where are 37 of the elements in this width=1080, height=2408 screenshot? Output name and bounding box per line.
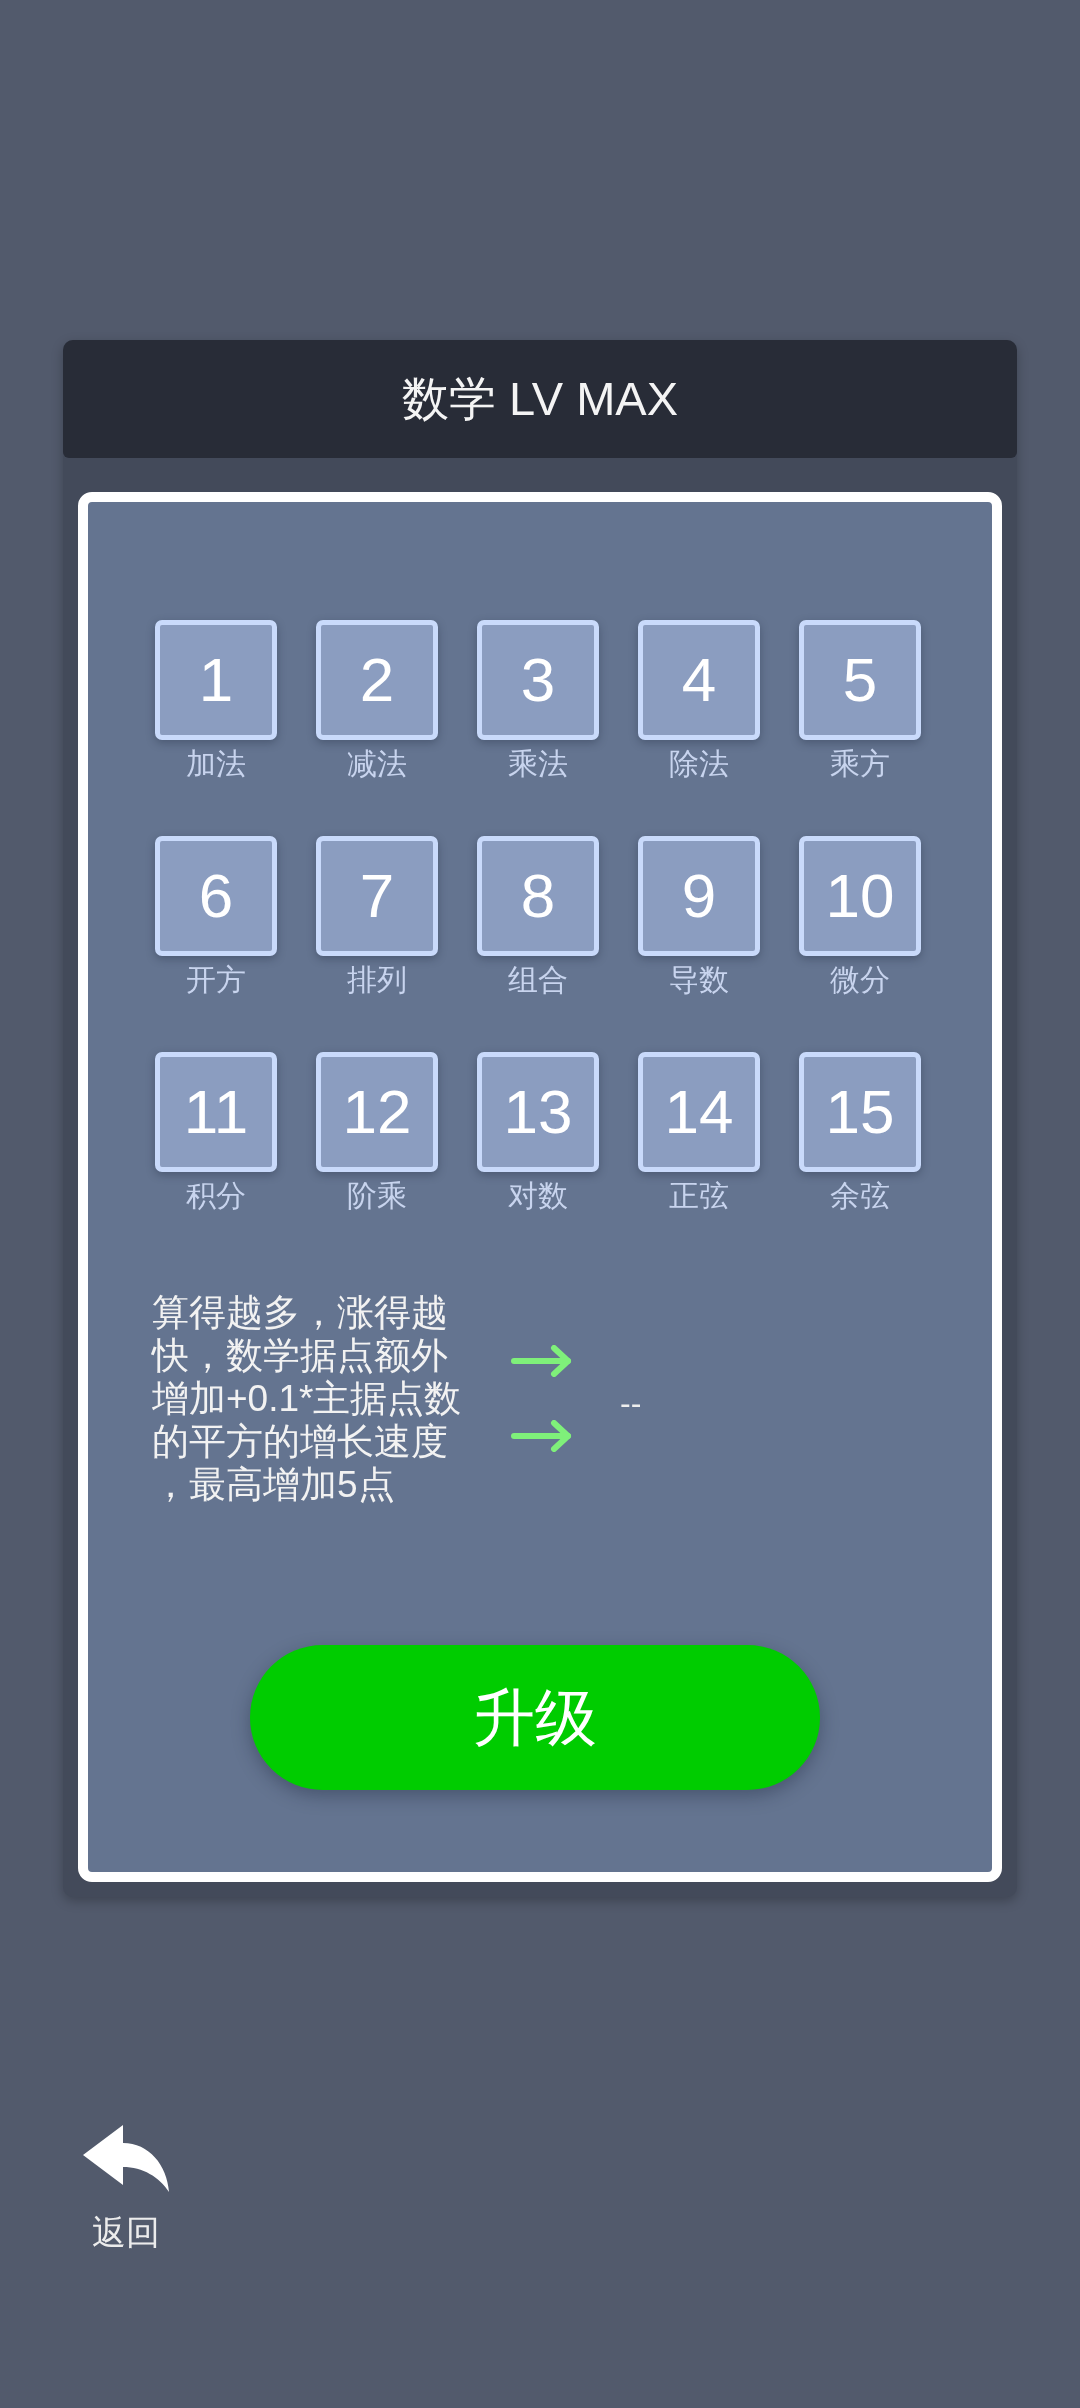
skill-name: 微分 xyxy=(830,962,890,998)
skill-name: 组合 xyxy=(508,962,568,998)
level-tile: 7 xyxy=(316,836,438,956)
skill-name: 乘法 xyxy=(508,746,568,782)
skill-name: 对数 xyxy=(508,1178,568,1214)
level-tile: 6 xyxy=(155,836,277,956)
arrow-right-icon xyxy=(511,1420,572,1452)
skill-name: 导数 xyxy=(669,962,729,998)
arrow-right-icon xyxy=(511,1345,572,1377)
skill-name: 加法 xyxy=(186,746,246,782)
page-title: 数学 LV MAX xyxy=(402,371,678,427)
skill-name: 乘方 xyxy=(830,746,890,782)
skill-name: 减法 xyxy=(347,746,407,782)
level-tile: 2 xyxy=(316,620,438,740)
level-tile: 8 xyxy=(477,836,599,956)
skill-name: 阶乘 xyxy=(347,1178,407,1214)
skill-name: 余弦 xyxy=(830,1178,890,1214)
level-tile: 14 xyxy=(638,1052,760,1172)
level-tile: 3 xyxy=(477,620,599,740)
skill-name: 开方 xyxy=(186,962,246,998)
skill-name: 除法 xyxy=(669,746,729,782)
skill-name: 正弦 xyxy=(669,1178,729,1214)
level-tile: 5 xyxy=(799,620,921,740)
level-tile: 11 xyxy=(155,1052,277,1172)
level-tile: 13 xyxy=(477,1052,599,1172)
level-tile: 4 xyxy=(638,620,760,740)
effect-description: 算得越多，涨得越快，数学据点额外增加+0.1*主据点数的平方的增长速度，最高增加5点 xyxy=(152,1291,463,1506)
level-tile: 9 xyxy=(638,836,760,956)
level-tile: 15 xyxy=(799,1052,921,1172)
level-tile: 1 xyxy=(155,620,277,740)
back-button[interactable]: 返回 xyxy=(83,2125,169,2252)
skill-name: 积分 xyxy=(186,1178,246,1214)
curved-arrow-icon xyxy=(83,2125,169,2192)
next-value: -- xyxy=(620,1383,642,1423)
level-tile: 10 xyxy=(799,836,921,956)
level-tile: 12 xyxy=(316,1052,438,1172)
skill-name: 排列 xyxy=(347,962,407,998)
